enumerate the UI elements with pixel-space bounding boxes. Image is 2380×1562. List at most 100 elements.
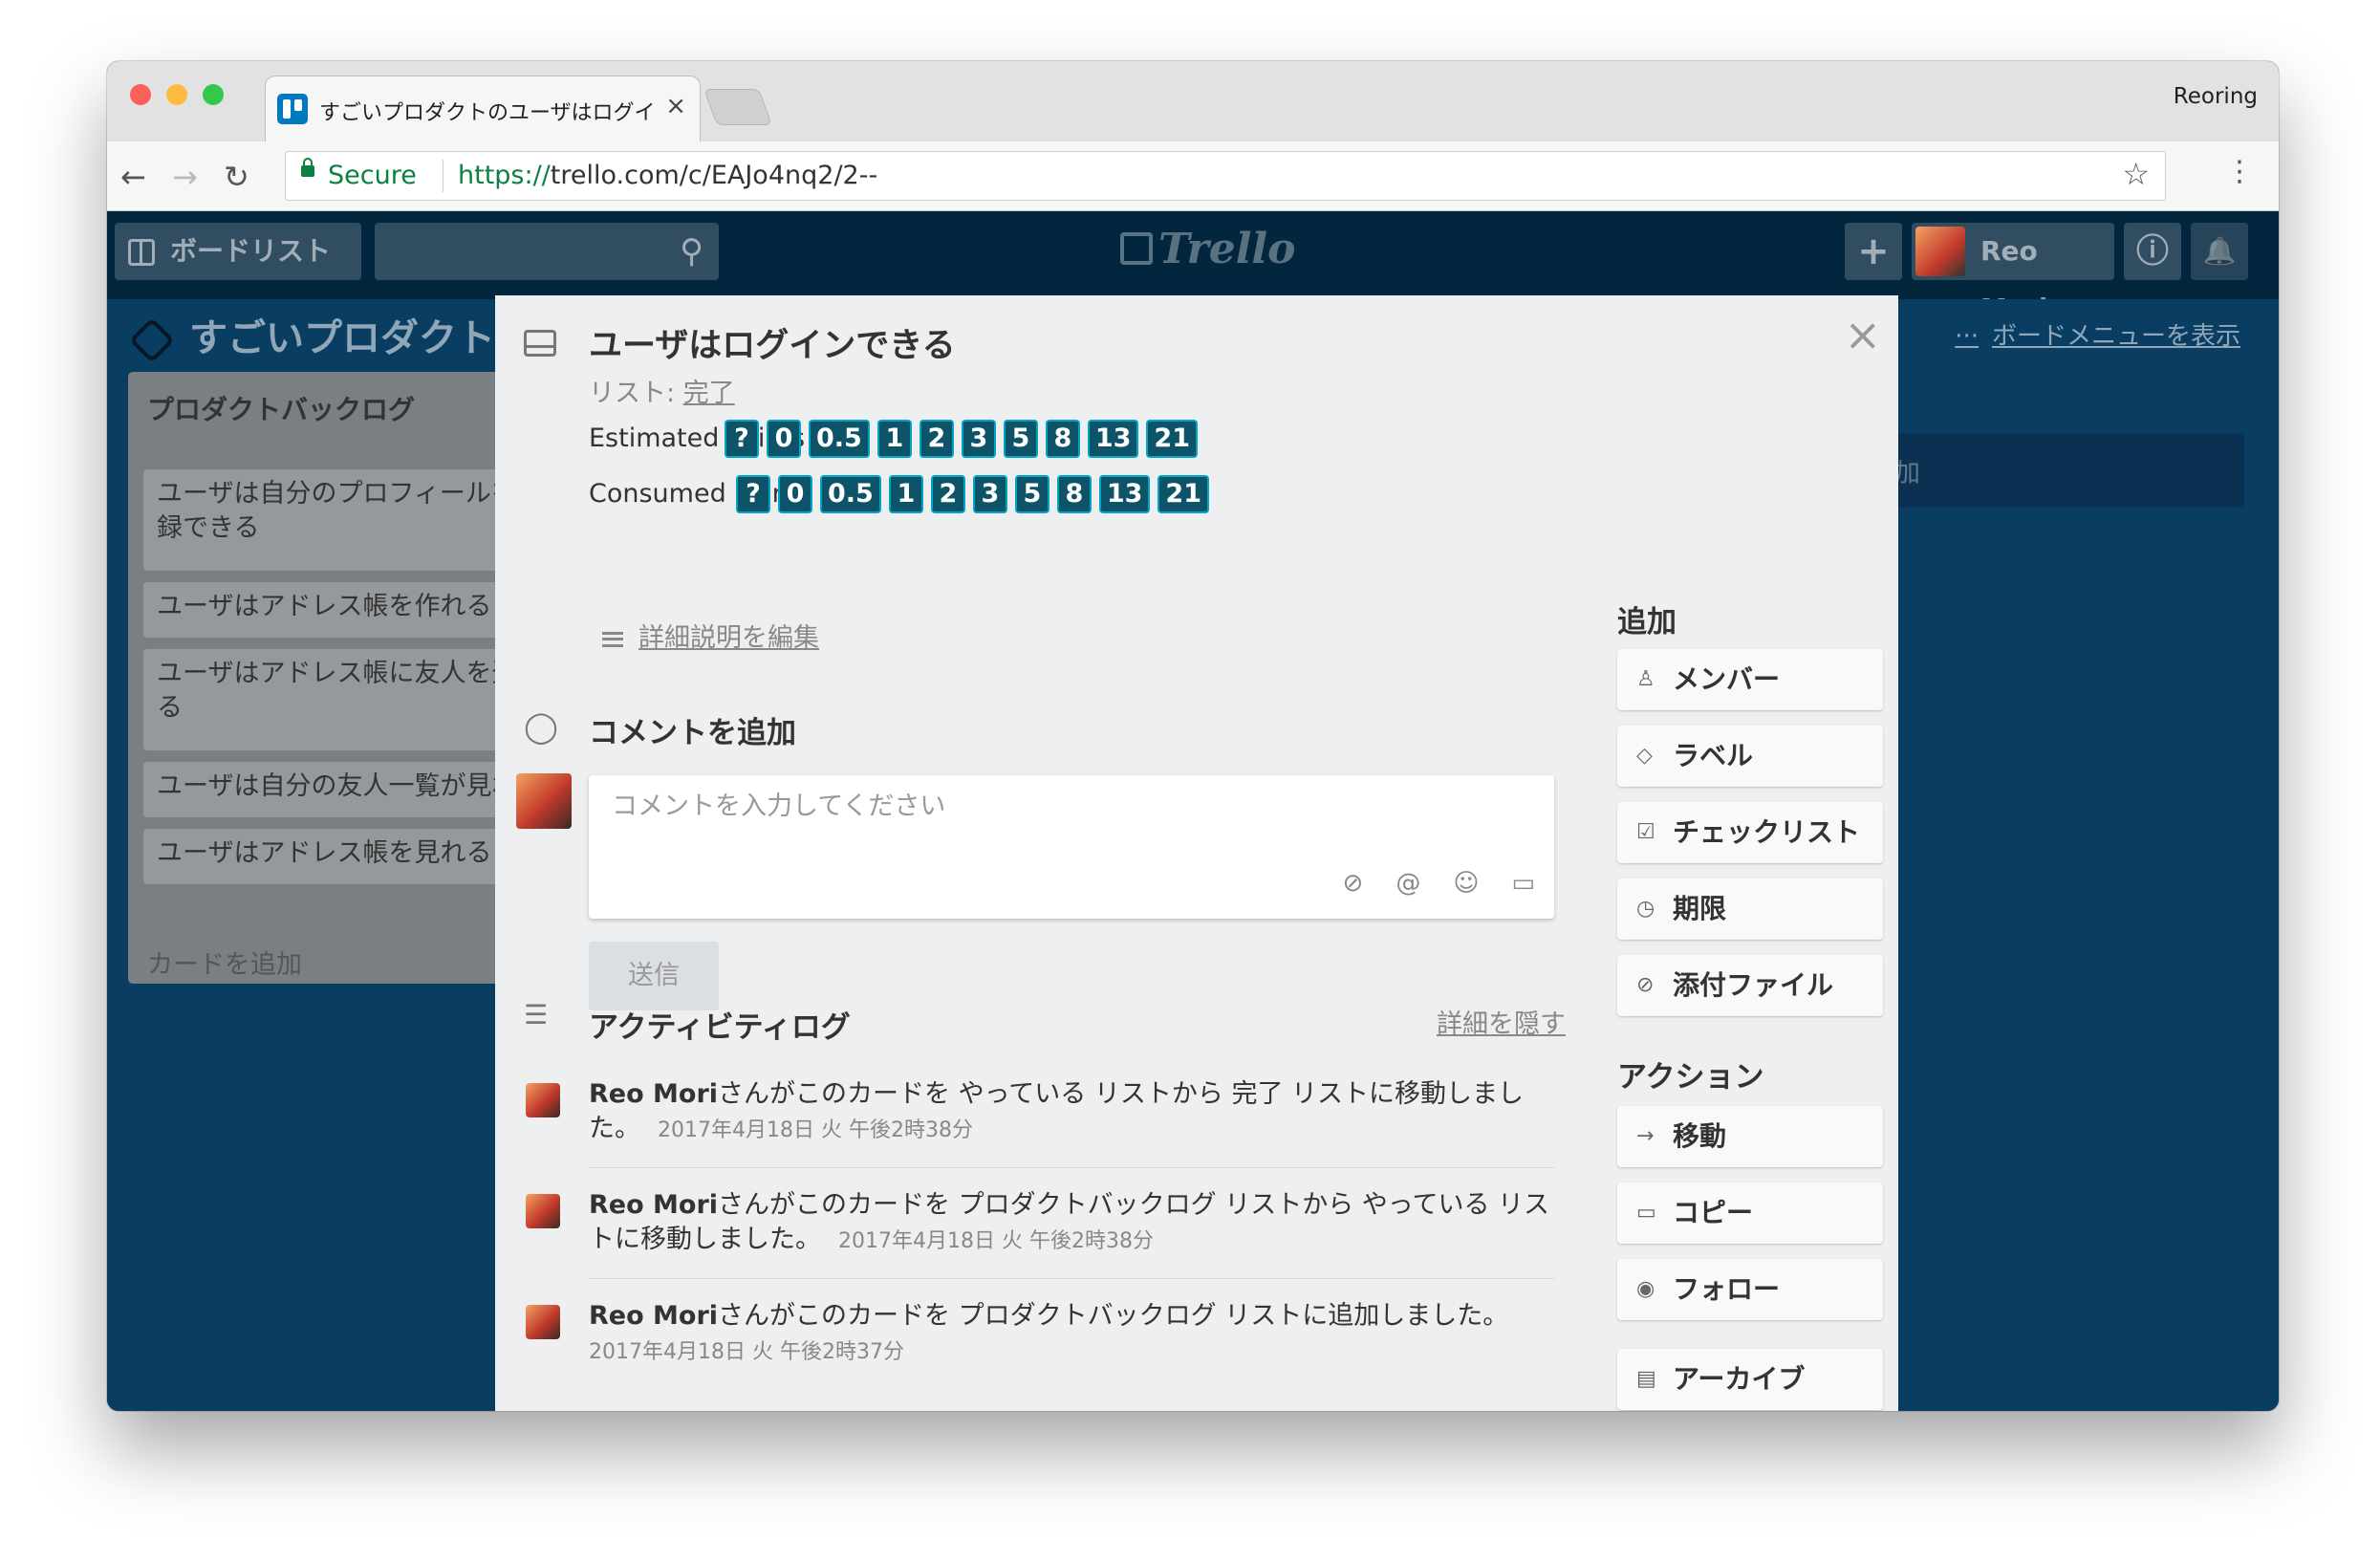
list-title[interactable]: プロダクトバックログ <box>147 389 415 427</box>
due-date-label: 期限 <box>1673 893 1727 924</box>
forward-icon[interactable]: → <box>172 159 198 195</box>
consumed-point-button[interactable]: 3 <box>972 475 1007 513</box>
members-button[interactable]: ♙ メンバー <box>1617 649 1883 710</box>
comment-box[interactable]: ⊘ @ ☺ ▭ <box>589 775 1554 919</box>
activity-user[interactable]: Reo Mori <box>589 1301 718 1331</box>
labels-button[interactable]: ◇ ラベル <box>1617 726 1883 787</box>
address-bar: ← → ↻ Secure https://trello.com/c/EAJo4n… <box>107 141 2279 211</box>
checklist-button[interactable]: ☑ チェックリスト <box>1617 802 1883 863</box>
window-controls <box>130 84 224 105</box>
mention-icon[interactable]: @ <box>1396 869 1420 898</box>
add-list-placeholder[interactable]: 加 <box>1885 433 2244 508</box>
new-tab-button[interactable] <box>704 90 771 124</box>
close-window-button[interactable] <box>130 84 151 105</box>
minimize-window-button[interactable] <box>166 84 187 105</box>
list-product-backlog: プロダクトバックログ ユーザは自分のプロフィールを登 録できる ユーザはアドレス帳… <box>128 372 545 984</box>
add-icon[interactable]: + <box>1845 223 1902 280</box>
emoji-icon[interactable]: ☺ <box>1453 869 1479 898</box>
consumed-point-button[interactable]: 1 <box>888 475 923 513</box>
estimated-point-button[interactable]: 8 <box>1045 420 1080 458</box>
activity-message: さんがこのカードを プロダクトバックログ リストに追加しました。 <box>718 1301 1509 1331</box>
browser-menu-icon[interactable]: ⋮ <box>2225 155 2254 188</box>
estimated-point-button[interactable]: ? <box>725 420 759 458</box>
avatar <box>526 1194 560 1228</box>
boards-button[interactable]: ボードリスト <box>115 223 361 280</box>
estimated-point-button[interactable]: 2 <box>919 420 954 458</box>
activity-time[interactable]: 2017年4月18日 火 午後2時37分 <box>589 1340 904 1364</box>
labels-label: ラベル <box>1673 740 1754 771</box>
attachment-button[interactable]: ⊘ 添付ファイル <box>1617 955 1883 1016</box>
due-date-button[interactable]: ◷ 期限 <box>1617 879 1883 940</box>
person-icon: ♙ <box>1636 667 1655 691</box>
send-button[interactable]: 送信 <box>589 942 719 1010</box>
board-title[interactable]: すごいプロダクト <box>128 307 495 364</box>
list-card[interactable]: ユーザはアドレス帳に友人を登録できる <box>143 649 545 750</box>
estimated-point-button[interactable]: 5 <box>1003 420 1038 458</box>
board-icon <box>128 239 155 266</box>
estimated-point-button[interactable]: 0 <box>767 420 801 458</box>
activity-item: Reo Moriさんがこのカードを プロダクトバックログ リストに追加しました。… <box>526 1299 1554 1370</box>
search-box[interactable]: ⚲ <box>375 223 719 280</box>
card-list-info: リスト: 完了 <box>589 372 735 409</box>
browser-tab[interactable]: すごいプロダクトのユーザはログインできる × <box>266 76 700 141</box>
attach-icon[interactable]: ⊘ <box>1343 869 1364 898</box>
list-card[interactable]: ユーザはアドレス帳を見れる <box>143 829 545 884</box>
consumed-point-button[interactable]: 2 <box>930 475 965 513</box>
list-card[interactable]: ユーザは自分のプロフィールを登 録できる <box>143 469 545 571</box>
comment-input[interactable] <box>610 791 1512 822</box>
trello-logo[interactable]: Trello <box>1120 225 1296 273</box>
consumed-point-button[interactable]: 0.5 <box>820 475 881 513</box>
list-card-text: ユーザは自分の友人一覧が見れる <box>157 771 544 801</box>
list-card[interactable]: ユーザは自分の友人一覧が見れる <box>143 762 545 817</box>
estimated-point-button[interactable]: 0.5 <box>809 420 870 458</box>
activity-time[interactable]: 2017年4月18日 火 午後2時38分 <box>838 1229 1154 1253</box>
list-prefix: リスト: <box>589 379 683 408</box>
list-card-text: ユーザはアドレス帳を作れる <box>157 592 492 621</box>
move-button[interactable]: → 移動 <box>1617 1106 1883 1167</box>
activity-time[interactable]: 2017年4月18日 火 午後2時38分 <box>658 1118 973 1142</box>
consumed-point-button[interactable]: 0 <box>778 475 812 513</box>
user-menu-button[interactable]: Reo Mori <box>1912 223 2114 324</box>
maximize-window-button[interactable] <box>203 84 224 105</box>
bell-icon[interactable]: 🔔 <box>2191 223 2248 280</box>
close-icon[interactable]: × <box>1844 309 1881 360</box>
menu-dots-icon: ··· <box>1955 322 1979 351</box>
follow-button[interactable]: ◉ フォロー <box>1617 1259 1883 1320</box>
info-icon[interactable]: ⓘ <box>2124 223 2181 280</box>
consumed-point-button[interactable]: 8 <box>1056 475 1092 513</box>
estimated-point-button[interactable]: 21 <box>1146 420 1198 458</box>
estimated-point-button[interactable]: 1 <box>876 420 912 458</box>
add-card-link[interactable]: カードを追加 <box>147 944 302 981</box>
board-menu-link[interactable]: ··· ボードメニューを表示 <box>1955 316 2240 352</box>
hide-details-link[interactable]: 詳細を隠す <box>1437 1003 1566 1040</box>
consumed-point-button[interactable]: 13 <box>1098 475 1151 513</box>
activity-user[interactable]: Reo Mori <box>589 1079 718 1109</box>
list-card-text-line2: る <box>157 693 183 723</box>
browser-profile[interactable]: Reoring <box>2174 84 2258 109</box>
tag-icon: ◇ <box>1636 744 1653 768</box>
activity-heading: アクティビティログ <box>589 1010 851 1045</box>
consumed-point-button[interactable]: ? <box>736 475 770 513</box>
estimated-point-button[interactable]: 13 <box>1087 420 1139 458</box>
bookmark-star-icon[interactable]: ☆ <box>2122 156 2150 192</box>
url-field[interactable]: Secure https://trello.com/c/EAJo4nq2/2--… <box>285 151 2166 201</box>
consumed-point-button[interactable]: 5 <box>1014 475 1049 513</box>
consumed-point-button[interactable]: 21 <box>1158 475 1209 513</box>
avatar <box>1915 227 1965 276</box>
edit-description-link[interactable]: 詳細説明を編集 <box>602 617 819 654</box>
url-text: https://trello.com/c/EAJo4nq2/2-- <box>458 161 877 190</box>
card-title[interactable]: ユーザはログインできる <box>589 318 956 367</box>
reload-icon[interactable]: ↻ <box>224 159 249 195</box>
activity-user[interactable]: Reo Mori <box>589 1190 718 1220</box>
comment-tools: ⊘ @ ☺ ▭ <box>1343 869 1535 898</box>
activity-text: Reo Moriさんがこのカードを やっている リストから 完了 リストに移動し… <box>589 1077 1554 1148</box>
estimated-point-button[interactable]: 3 <box>961 420 996 458</box>
copy-button[interactable]: ▭ コピー <box>1617 1182 1883 1244</box>
back-icon[interactable]: ← <box>120 159 146 195</box>
archive-button[interactable]: ▤ アーカイブ <box>1617 1349 1883 1410</box>
tab-close-icon[interactable]: × <box>665 92 686 120</box>
card-link-icon[interactable]: ▭ <box>1511 869 1535 898</box>
secure-label: Secure <box>328 161 417 190</box>
list-card[interactable]: ユーザはアドレス帳を作れる <box>143 582 545 638</box>
list-name-link[interactable]: 完了 <box>683 379 735 408</box>
